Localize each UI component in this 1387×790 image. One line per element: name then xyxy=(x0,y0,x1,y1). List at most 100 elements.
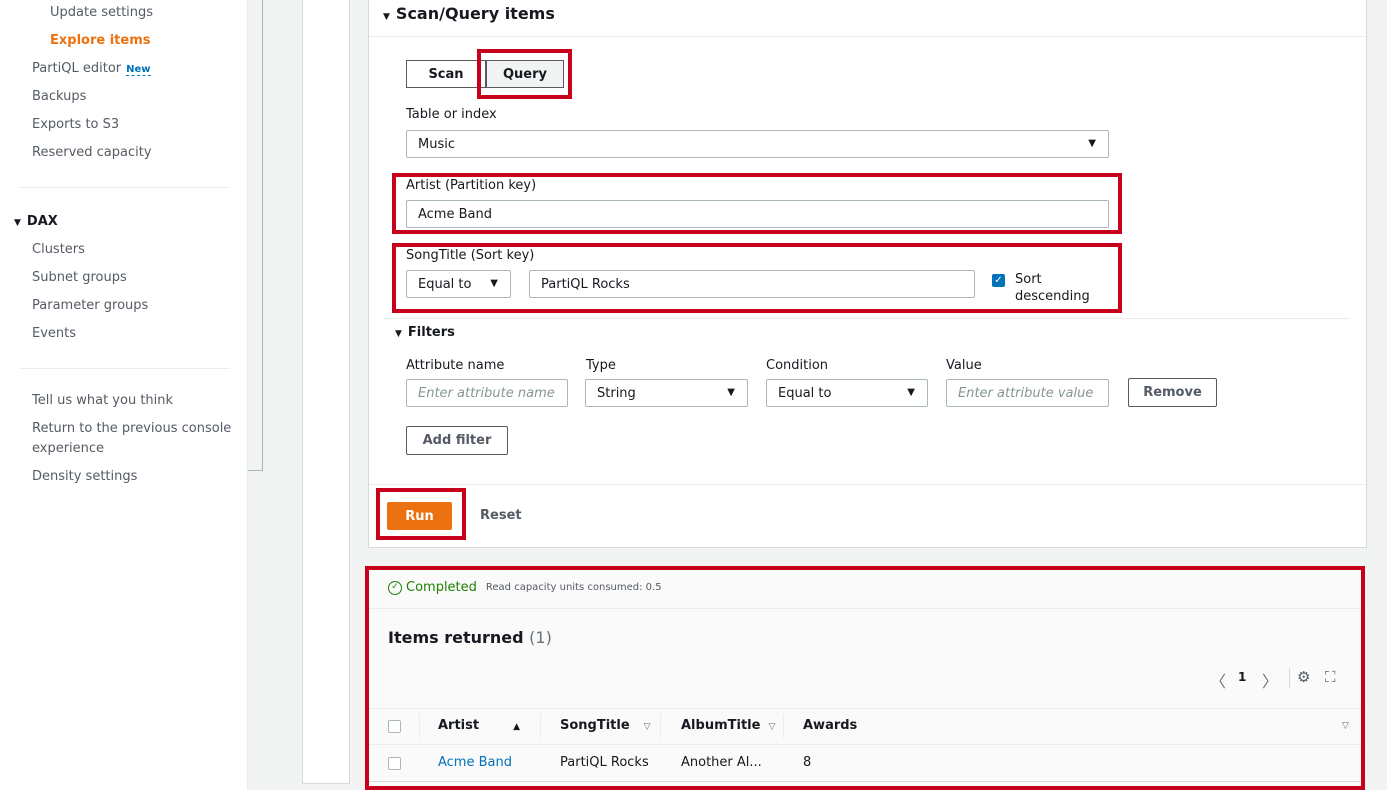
partition-key-input[interactable]: Acme Band xyxy=(406,200,1109,228)
filters-toggle[interactable]: ▼ Filters xyxy=(395,325,455,340)
chevron-right-icon[interactable]: 〉 xyxy=(1262,668,1278,692)
footer-separator xyxy=(369,484,1366,485)
sort-key-label: SongTitle (Sort key) xyxy=(406,248,535,263)
column-header-artist[interactable]: Artist ▲ xyxy=(438,718,520,733)
sidebar-resize-handle[interactable] xyxy=(262,0,263,470)
table-select-value: Music xyxy=(418,136,455,152)
filter-condition-select[interactable]: Equal to ▼ xyxy=(766,379,928,407)
nav-section-dax[interactable]: ▼ DAX xyxy=(14,214,58,229)
table-header-bottom xyxy=(368,744,1362,745)
results-separator xyxy=(368,608,1362,609)
triangle-down-icon: ▼ xyxy=(383,12,390,22)
partition-key-value: Acme Band xyxy=(418,206,492,222)
cell-artist[interactable]: Acme Band xyxy=(438,755,512,770)
column-separator xyxy=(660,714,661,738)
sort-up-icon: ▲ xyxy=(513,722,521,732)
filter-attr-input[interactable]: Enter attribute name xyxy=(406,379,568,407)
panel-title[interactable]: ▼ Scan/Query items xyxy=(383,4,555,23)
side-navigation: Update settings Explore items PartiQL ed… xyxy=(0,0,248,790)
cell-songtitle: PartiQL Rocks xyxy=(560,755,649,770)
sort-key-value: PartiQL Rocks xyxy=(541,276,630,292)
sort-down-icon: ▽ xyxy=(643,722,651,732)
sidebar-resize-handle-foot xyxy=(248,470,263,471)
nav-events[interactable]: Events xyxy=(32,326,76,341)
nav-divider xyxy=(20,187,230,188)
items-title-text: Items returned xyxy=(388,628,524,647)
caret-down-icon: ▼ xyxy=(727,387,735,398)
column-header-awards[interactable]: Awards xyxy=(803,718,857,733)
items-returned-title: Items returned (1) xyxy=(388,628,552,647)
sort-descending-checkbox[interactable]: ✓ xyxy=(992,274,1005,287)
results-panel: ✓ Completed Read capacity units consumed… xyxy=(368,570,1362,786)
column-separator xyxy=(783,714,784,738)
sort-down-icon[interactable]: ▽ xyxy=(1342,721,1349,731)
filter-condition-value: Equal to xyxy=(778,385,832,401)
nav-density-settings[interactable]: Density settings xyxy=(32,469,137,484)
column-separator xyxy=(419,714,420,738)
triangle-down-icon: ▼ xyxy=(395,329,402,339)
cell-albumtitle: Another Al... xyxy=(681,755,762,770)
nav-parameter-groups[interactable]: Parameter groups xyxy=(32,298,148,313)
filter-type-select[interactable]: String ▼ xyxy=(585,379,748,407)
table-label: Table or index xyxy=(406,107,497,122)
nav-reserved-capacity[interactable]: Reserved capacity xyxy=(32,145,152,160)
nav-partiql-editor-label: PartiQL editor xyxy=(32,61,122,76)
table-select[interactable]: Music ▼ xyxy=(406,130,1109,158)
triangle-down-icon: ▼ xyxy=(14,218,21,228)
chevron-left-icon[interactable]: 〈 xyxy=(1210,668,1226,692)
column-header-albumtitle[interactable]: AlbumTitle ▽ xyxy=(681,718,775,733)
nav-previous-console-line2[interactable]: experience xyxy=(32,441,104,456)
nav-section-dax-label: DAX xyxy=(26,214,58,229)
remove-filter-button[interactable]: Remove xyxy=(1128,378,1217,407)
check-icon: ✓ xyxy=(994,275,1003,286)
filter-attr-label: Attribute name xyxy=(406,358,505,373)
gear-icon[interactable]: ⚙ xyxy=(1297,668,1310,686)
sort-descending-label[interactable]: Sort descending xyxy=(1015,271,1095,305)
sort-condition-value: Equal to xyxy=(418,276,472,292)
run-button[interactable]: Run xyxy=(387,502,452,530)
sort-down-icon: ▽ xyxy=(768,722,776,732)
add-filter-button[interactable]: Add filter xyxy=(406,426,508,455)
partition-key-label: Artist (Partition key) xyxy=(406,178,537,193)
nav-partiql-editor[interactable]: PartiQL editor New xyxy=(32,61,151,76)
table-row-bottom xyxy=(368,781,1362,782)
sort-condition-select[interactable]: Equal to ▼ xyxy=(406,270,511,298)
nav-backups[interactable]: Backups xyxy=(32,89,86,104)
column-header-artist-text: Artist xyxy=(438,718,480,733)
nav-update-settings[interactable]: Update settings xyxy=(50,5,153,20)
row-checkbox[interactable] xyxy=(388,757,401,770)
column-header-songtitle[interactable]: SongTitle ▽ xyxy=(560,718,651,733)
sort-key-input[interactable]: PartiQL Rocks xyxy=(529,270,975,298)
table-header-top xyxy=(368,708,1362,709)
reset-button[interactable]: Reset xyxy=(480,508,522,523)
column-separator xyxy=(540,714,541,738)
caret-down-icon: ▼ xyxy=(490,278,498,289)
nav-divider xyxy=(20,368,230,369)
check-circle-icon: ✓ xyxy=(388,580,402,595)
nav-clusters[interactable]: Clusters xyxy=(32,242,85,257)
tables-column xyxy=(302,0,350,784)
query-button[interactable]: Query xyxy=(486,60,564,88)
new-badge: New xyxy=(126,64,151,76)
status-row: ✓ Completed Read capacity units consumed… xyxy=(388,580,662,595)
toolbar-divider xyxy=(1289,668,1290,688)
nav-feedback[interactable]: Tell us what you think xyxy=(32,393,173,408)
select-all-checkbox[interactable] xyxy=(388,720,401,733)
filter-value-input[interactable]: Enter attribute value xyxy=(946,379,1109,407)
nav-explore-items[interactable]: Explore items xyxy=(50,33,150,48)
column-header-awards-text: Awards xyxy=(803,718,858,733)
nav-previous-console[interactable]: Return to the previous console xyxy=(32,421,231,436)
caret-down-icon: ▼ xyxy=(907,387,915,398)
scan-button[interactable]: Scan xyxy=(406,60,486,88)
filter-value-label: Value xyxy=(946,358,982,373)
rcu-text: Read capacity units consumed: 0.5 xyxy=(485,582,662,593)
nav-exports-s3[interactable]: Exports to S3 xyxy=(32,117,119,132)
filter-condition-label: Condition xyxy=(766,358,829,373)
panel-separator xyxy=(369,36,1366,37)
page-number[interactable]: 1 xyxy=(1238,670,1246,684)
fullscreen-icon[interactable]: ⛶ xyxy=(1325,668,1336,686)
panel-title-text: Scan/Query items xyxy=(395,4,555,23)
nav-subnet-groups[interactable]: Subnet groups xyxy=(32,270,127,285)
caret-down-icon: ▼ xyxy=(1088,138,1096,149)
filter-type-label: Type xyxy=(586,358,616,373)
